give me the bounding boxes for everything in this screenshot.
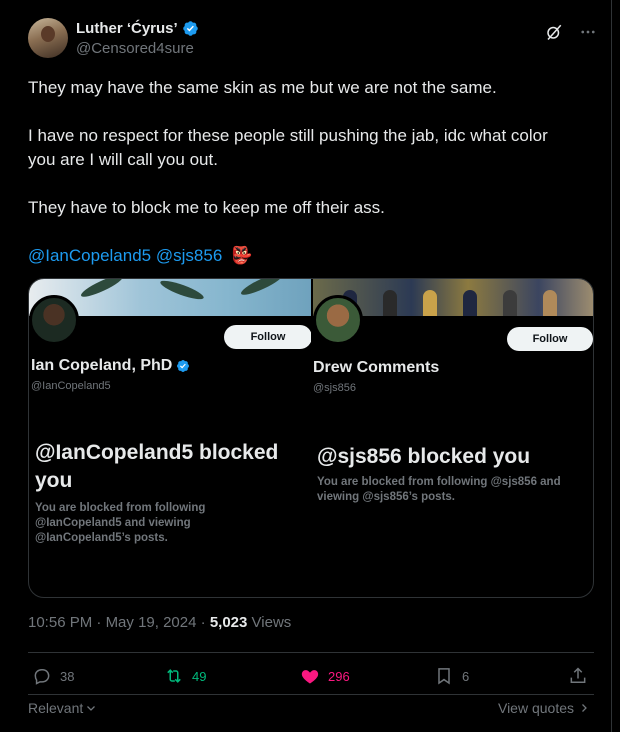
bookmark-button[interactable]: 6 xyxy=(434,662,469,690)
views-count: 5,023 xyxy=(209,614,248,631)
attached-images[interactable]: Follow Ian Copeland, PhD @IanCopeland5 @… xyxy=(28,278,594,598)
sort-relevant-dropdown[interactable]: Relevant xyxy=(28,700,97,716)
mention-link[interactable]: @IanCopeland5 xyxy=(28,246,151,265)
post-text-line: They may have the same skin as me but we… xyxy=(28,78,497,97)
profile-handle: @sjs856 xyxy=(313,382,356,394)
post-detail: Luther ‘Ćyrus’ @Censored4sure They may h… xyxy=(0,0,612,732)
profile-name: Ian Copeland, PhD xyxy=(31,357,173,374)
repost-icon xyxy=(167,669,181,683)
post-header: Luther ‘Ćyrus’ @Censored4sure xyxy=(28,18,598,62)
profile-avatar xyxy=(29,295,79,345)
bookmark-count: 6 xyxy=(462,668,470,684)
bookmark-icon xyxy=(438,668,450,685)
like-count: 296 xyxy=(328,668,350,684)
sort-label: Relevant xyxy=(28,700,84,716)
author-display-name[interactable]: Luther ‘Ćyrus’ xyxy=(76,20,178,37)
post-text-line: you are I will call you out. xyxy=(28,150,218,169)
mention-link[interactable]: @sjs856 xyxy=(156,246,222,265)
reply-count: 38 xyxy=(60,668,75,684)
profile-name-row: Drew Comments xyxy=(313,359,439,377)
verified-badge-icon xyxy=(182,21,198,36)
post-text-line: They have to block me to keep me off the… xyxy=(28,198,385,217)
post-time[interactable]: 10:56 PM xyxy=(28,614,92,631)
view-quotes-link[interactable]: View quotes xyxy=(498,700,590,716)
post-text: They may have the same skin as me but we… xyxy=(28,76,588,292)
meta-separator: · xyxy=(200,614,206,631)
view-quotes-label: View quotes xyxy=(497,700,574,716)
profile-name-row: Ian Copeland, PhD xyxy=(31,357,190,375)
reply-icon xyxy=(34,669,50,685)
share-icon xyxy=(570,667,586,683)
mentions-line: @IanCopeland5 @sjs856 👺 xyxy=(28,244,588,268)
blocked-description: You are blocked from following @IanCopel… xyxy=(35,502,206,544)
repost-button[interactable]: 49 xyxy=(164,662,206,690)
screenshot-drew-comments[interactable]: Follow Drew Comments @sjs856 @sjs856 blo… xyxy=(313,279,593,597)
author-name-row: Luther ‘Ćyrus’ xyxy=(76,20,199,37)
blocked-title: @IanCopeland5 blocked you xyxy=(35,441,279,492)
profile-avatar xyxy=(313,295,363,345)
author-handle[interactable]: @Censored4sure xyxy=(76,40,194,57)
reply-button[interactable]: 38 xyxy=(32,662,74,690)
blocked-title: @sjs856 blocked you xyxy=(317,445,531,468)
profile-name: Drew Comments xyxy=(313,359,440,376)
meta-separator: · xyxy=(96,614,102,631)
replies-sort-bar: Relevant View quotes xyxy=(28,700,594,718)
more-options-icon[interactable] xyxy=(578,22,598,42)
follow-button: Follow xyxy=(507,327,593,351)
blocked-description: You are blocked from following @sjs856 a… xyxy=(317,476,561,503)
header-actions xyxy=(544,22,598,42)
post-metadata: 10:56 PM · May 19, 2024 · 5,023 Views xyxy=(28,614,291,631)
action-bar: 38 49 296 6 xyxy=(28,662,594,690)
share-button[interactable] xyxy=(568,662,588,690)
like-button[interactable]: 296 xyxy=(300,662,350,690)
screenshot-ian-copeland[interactable]: Follow Ian Copeland, PhD @IanCopeland5 @… xyxy=(29,279,311,597)
verified-badge-icon xyxy=(177,360,190,372)
views-label: Views xyxy=(251,614,292,631)
author-avatar[interactable] xyxy=(28,18,68,58)
grok-icon[interactable] xyxy=(544,22,564,42)
chevron-right-icon xyxy=(582,704,587,712)
goblin-emoji: 👺 xyxy=(231,246,253,265)
heart-icon xyxy=(301,670,319,684)
chevron-down-icon xyxy=(87,706,96,711)
follow-button: Follow xyxy=(224,325,311,349)
repost-count: 49 xyxy=(192,668,207,684)
post-date[interactable]: May 19, 2024 xyxy=(106,614,197,631)
post-text-line: I have no respect for these people still… xyxy=(28,126,548,145)
divider xyxy=(28,694,594,695)
divider xyxy=(28,652,594,653)
profile-handle: @IanCopeland5 xyxy=(31,380,111,392)
